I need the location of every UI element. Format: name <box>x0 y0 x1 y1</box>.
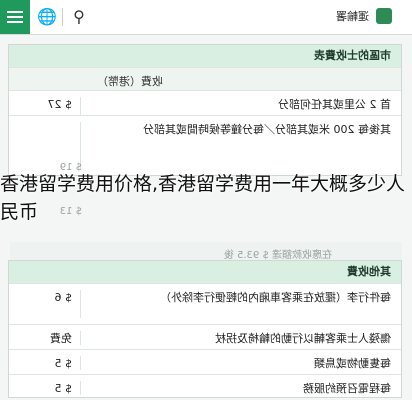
taxi-fare-table: 市區的士收費表 收費（港幣） 首 2 公里或其任何部分 $ 27 其後每 200… <box>8 44 402 176</box>
row-description: 每程電召預約服務 <box>303 382 391 395</box>
brand-logo <box>376 8 392 24</box>
top-bar: 🌐 ⚲ 運輸署 <box>0 0 412 35</box>
table-header-row: 收費（港幣） <box>9 67 401 90</box>
other-table-title: 其他收費 <box>9 261 401 283</box>
taxi-table-title: 市區的士收費表 <box>9 45 401 67</box>
ghost-note: 在應收款額達 $ 93.5 後 <box>223 250 332 261</box>
table-row: 傷殘人士乘客輔以行動的輪椅及拐杖 免費 <box>9 324 401 349</box>
menu-icon-line <box>7 21 23 23</box>
row-fee: $ 6 <box>12 290 81 318</box>
table-row: 每件行李（擺放在乘客車廂內的輕便行李除外） $ 6 <box>9 283 401 324</box>
table-row: 每隻動物或鳥類 $ 5 <box>9 349 401 374</box>
row-description: 每隻動物或鳥類 <box>314 357 391 370</box>
fee-column-header: 收費（港幣） <box>97 75 163 88</box>
search-icon[interactable]: ⚲ <box>68 6 90 28</box>
row-fee: $ 5 <box>12 356 81 370</box>
row-fee: $ 27 <box>12 97 81 115</box>
table-row: 首 2 公里或其任何部分 $ 27 <box>9 90 401 115</box>
divider <box>62 8 63 26</box>
row-description: 首 2 公里或其任何部分 <box>278 98 391 111</box>
caption-overlay: 香港留学费用价格,香港留学费用一年大概多少人民币 <box>0 173 406 223</box>
menu-icon-line <box>7 16 23 18</box>
table-row: 每程電召預約服務 $ 5 <box>9 374 401 399</box>
row-description: 其後每 200 米或其部分／每分鐘等候時間或其部分 <box>143 123 391 136</box>
row-description: 傷殘人士乘客輔以行動的輪椅及拐杖 <box>215 332 391 345</box>
menu-button[interactable] <box>0 0 30 34</box>
row-fee: 免費 <box>12 331 81 345</box>
brand-name: 運輸署 <box>336 10 369 23</box>
row-fee: $ 5 <box>12 381 81 395</box>
globe-icon[interactable]: 🌐 <box>36 6 58 28</box>
menu-icon <box>7 11 23 13</box>
other-charges-table: 其他收費 每件行李（擺放在乘客車廂內的輕便行李除外） $ 6 傷殘人士乘客輔以行… <box>8 260 402 399</box>
row-description: 每件行李（擺放在乘客車廂內的輕便行李除外） <box>160 291 391 304</box>
